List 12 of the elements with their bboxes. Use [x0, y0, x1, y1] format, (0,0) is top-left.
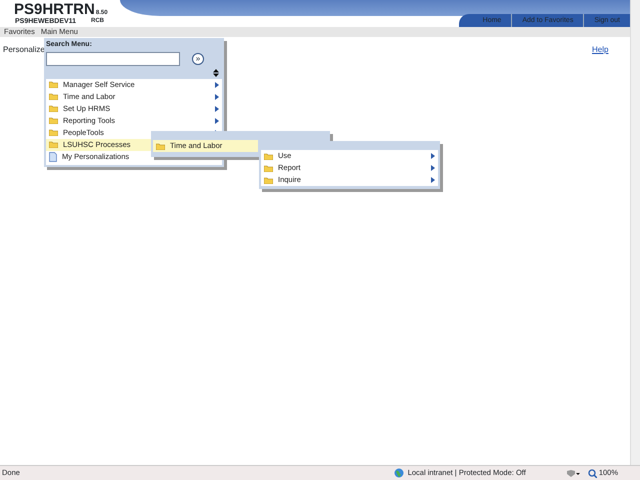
globe-icon [394, 468, 404, 478]
scrollbar[interactable] [630, 0, 640, 465]
zoom-icon[interactable] [588, 468, 597, 478]
security-icon[interactable] [566, 468, 580, 478]
folder-icon [156, 142, 165, 150]
go-button[interactable]: » [192, 52, 204, 64]
search-field[interactable] [46, 52, 180, 66]
help-link[interactable]: Help [592, 44, 608, 56]
sort-icon[interactable] [213, 68, 219, 76]
app-title: PS9HRTRN [14, 1, 95, 18]
page-text: Personalize [3, 44, 45, 56]
document-icon [49, 152, 57, 162]
